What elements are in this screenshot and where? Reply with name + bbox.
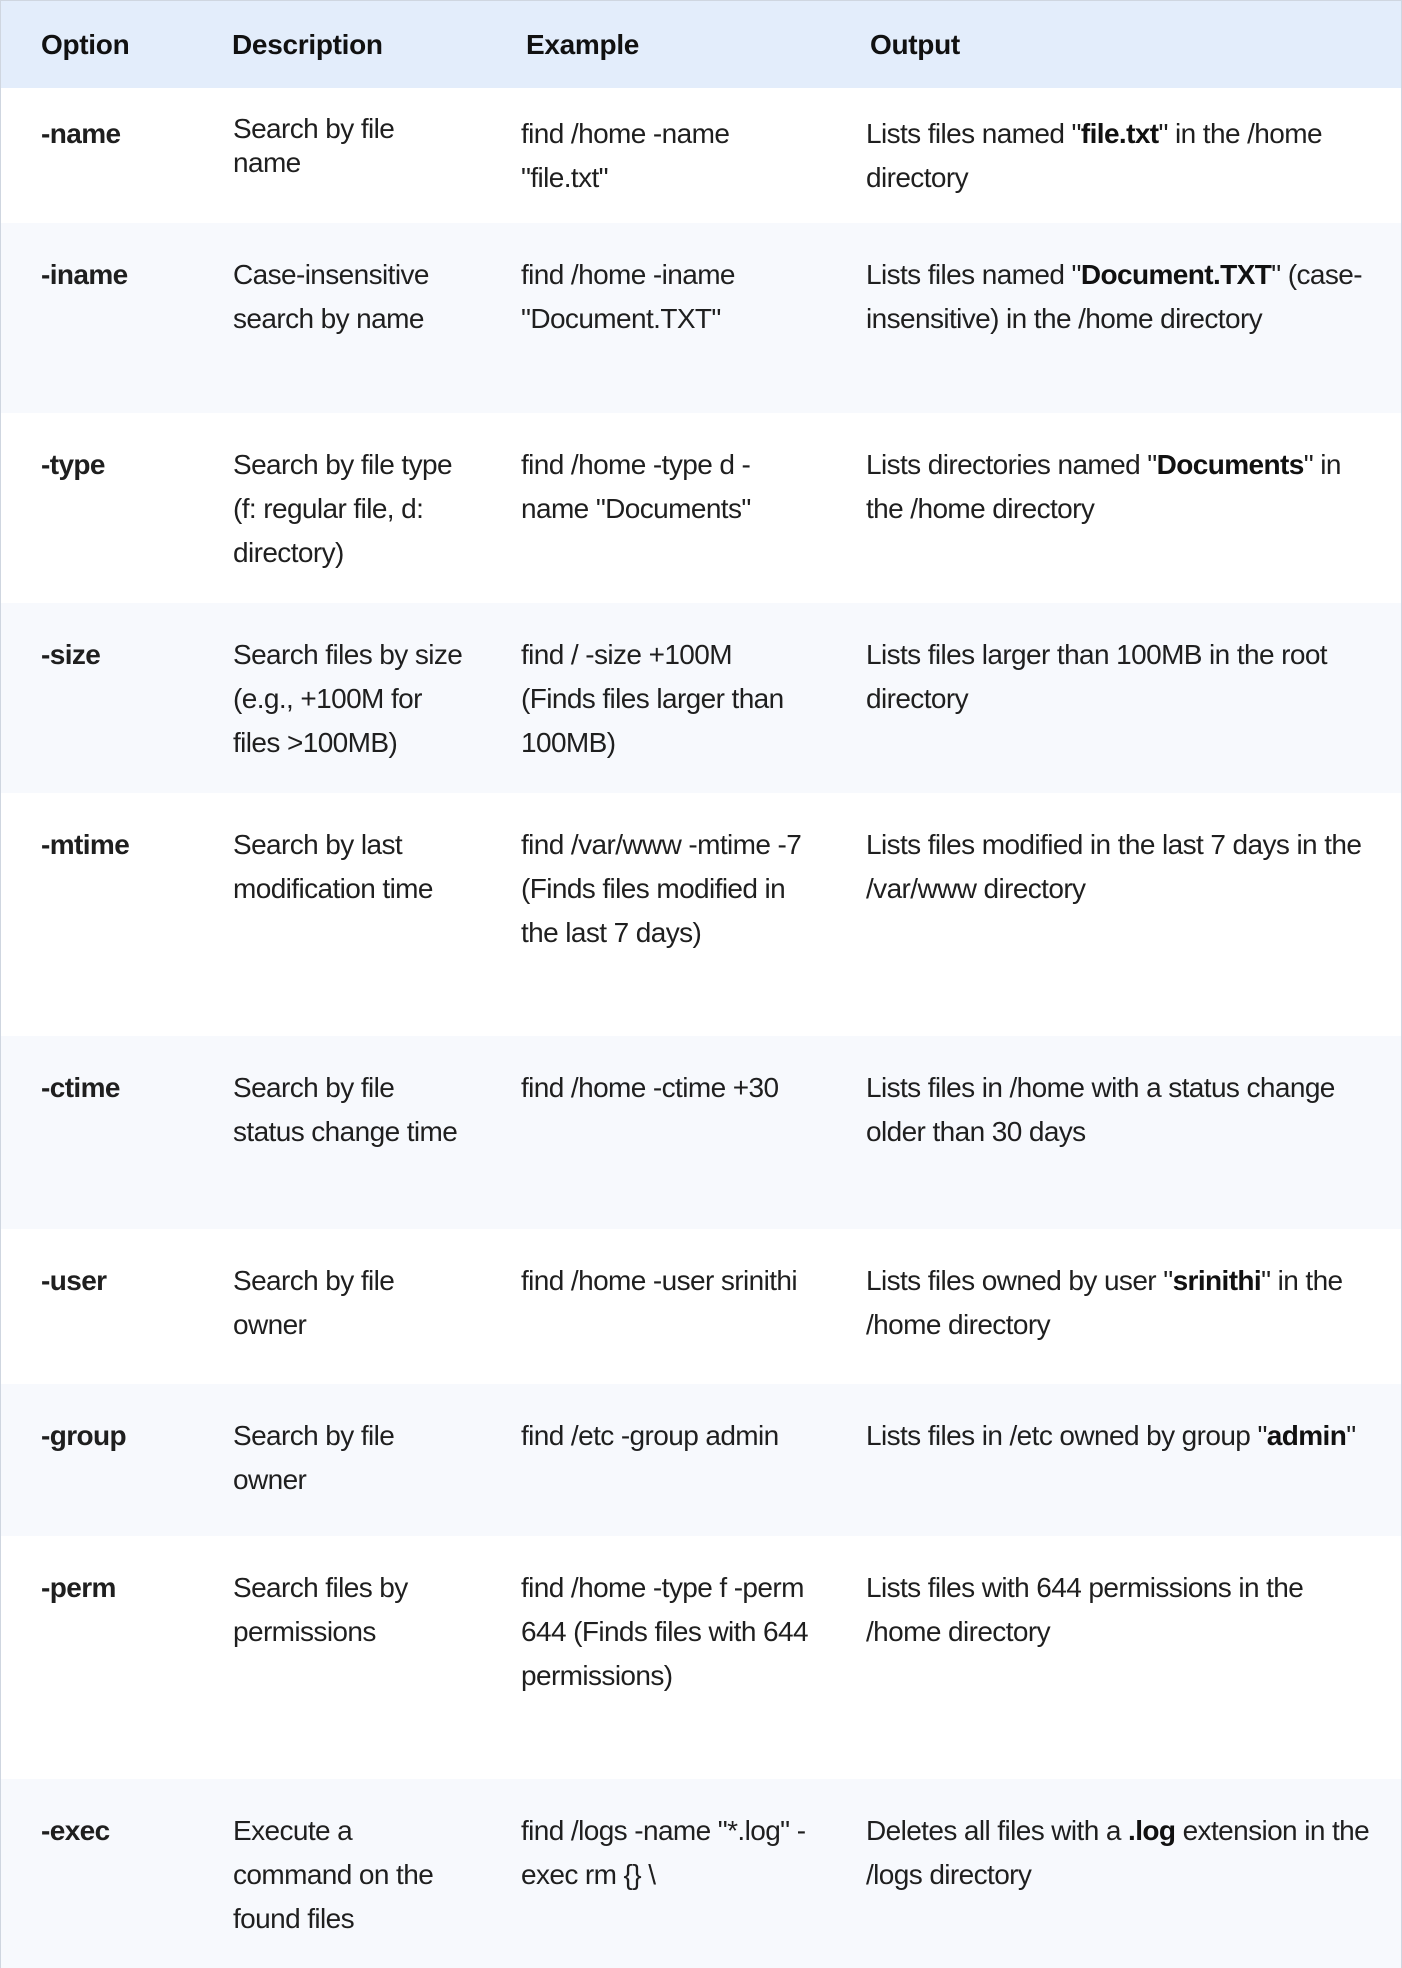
output-highlight: admin bbox=[1266, 1420, 1347, 1451]
output-text: Lists files with 644 permissions in the … bbox=[866, 1572, 1304, 1647]
output-cell: Lists files modified in the last 7 days … bbox=[830, 793, 1401, 1036]
output-highlight: srinithi bbox=[1172, 1265, 1262, 1296]
output-highlight: file.txt bbox=[1080, 118, 1159, 149]
column-header-option: Option bbox=[41, 28, 130, 60]
output-highlight: Documents bbox=[1156, 449, 1305, 480]
table-row: -ctime Search by file status change time… bbox=[1, 1036, 1401, 1229]
column-header-example: Example bbox=[526, 28, 640, 60]
output-cell: Deletes all files with a .log extension … bbox=[830, 1779, 1401, 1968]
description-cell: Search by last modification time bbox=[233, 829, 433, 904]
table-row: -name Search by file name find /home -na… bbox=[1, 88, 1401, 223]
output-cell: Lists files in /etc owned by group "admi… bbox=[830, 1384, 1401, 1536]
example-cell: find /home -iname "Document.TXT" bbox=[521, 259, 736, 334]
example-cell: find /home -type d -name "Documents" bbox=[521, 449, 751, 524]
find-options-table-container: Option Description Example Output -name … bbox=[0, 0, 1402, 1968]
output-text: " bbox=[1346, 1420, 1356, 1451]
option-cell: -user bbox=[41, 1265, 107, 1296]
option-cell: -ctime bbox=[41, 1072, 120, 1103]
table-row: -size Search files by size (e.g., +100M … bbox=[1, 603, 1401, 793]
output-highlight: Document.TXT bbox=[1080, 259, 1272, 290]
table-row: -user Search by file owner find /home -u… bbox=[1, 1229, 1401, 1384]
option-cell: -group bbox=[41, 1420, 127, 1451]
description-cell: Search by file type (f: regular file, d:… bbox=[233, 449, 453, 568]
example-cell: find / -size +100M (Finds files larger t… bbox=[521, 639, 784, 758]
description-cell: Search files by permissions bbox=[233, 1572, 408, 1647]
table-row: -exec Execute a command on the found fil… bbox=[1, 1779, 1401, 1968]
example-cell: find /logs -name "*.log" -exec rm {} \ bbox=[521, 1815, 806, 1890]
description-cell: Execute a command on the found files bbox=[233, 1815, 434, 1934]
find-options-table: Option Description Example Output -name … bbox=[1, 1, 1401, 1968]
table-row: -iname Case-insensitive search by name f… bbox=[1, 223, 1401, 413]
output-cell: Lists files with 644 permissions in the … bbox=[830, 1536, 1401, 1779]
option-cell: -iname bbox=[41, 259, 128, 290]
table-row: -type Search by file type (f: regular fi… bbox=[1, 413, 1401, 603]
output-text: Lists files modified in the last 7 days … bbox=[866, 829, 1362, 904]
table-body: -name Search by file name find /home -na… bbox=[1, 88, 1401, 1968]
output-text: Lists files larger than 100MB in the roo… bbox=[866, 639, 1328, 714]
output-text: Lists files in /home with a status chang… bbox=[866, 1072, 1335, 1147]
description-cell: Search by file status change time bbox=[233, 1072, 458, 1147]
output-text: Lists files named " bbox=[866, 259, 1081, 290]
example-cell: find /home -type f -perm 644 (Finds file… bbox=[521, 1572, 809, 1691]
table-row: -mtime Search by last modification time … bbox=[1, 793, 1401, 1036]
table-header: Option Description Example Output bbox=[1, 1, 1401, 88]
example-cell: find /home -user srinithi bbox=[521, 1265, 798, 1296]
column-header-output: Output bbox=[870, 28, 960, 60]
output-cell: Lists directories named "Documents" in t… bbox=[830, 413, 1401, 603]
output-text: Lists directories named " bbox=[866, 449, 1157, 480]
output-text: Deletes all files with a bbox=[866, 1815, 1129, 1846]
description-cell: Search by file owner bbox=[233, 1420, 395, 1495]
example-cell: find /home -ctime +30 bbox=[521, 1072, 779, 1103]
example-cell: find /etc -group admin bbox=[521, 1420, 779, 1451]
table-row: -group Search by file owner find /etc -g… bbox=[1, 1384, 1401, 1536]
option-cell: -mtime bbox=[41, 829, 130, 860]
output-text: Lists files named " bbox=[866, 118, 1081, 149]
output-text: Lists files owned by user " bbox=[866, 1265, 1173, 1296]
description-cell: Search files by size (e.g., +100M for fi… bbox=[233, 639, 463, 758]
output-cell: Lists files named "Document.TXT" (case-i… bbox=[830, 223, 1401, 413]
header-row: Option Description Example Output bbox=[1, 1, 1401, 88]
output-highlight: .log bbox=[1128, 1815, 1176, 1846]
example-cell: find /var/www -mtime -7 (Finds files mod… bbox=[521, 829, 802, 948]
description-cell: Case-insensitive search by name bbox=[233, 259, 429, 334]
option-cell: -exec bbox=[41, 1815, 110, 1846]
output-cell: Lists files owned by user "srinithi" in … bbox=[830, 1229, 1401, 1384]
option-cell: -perm bbox=[41, 1572, 116, 1603]
column-header-description: Description bbox=[232, 28, 383, 60]
option-cell: -name bbox=[41, 118, 121, 149]
output-cell: Lists files in /home with a status chang… bbox=[830, 1036, 1401, 1229]
example-cell: find /home -name "file.txt" bbox=[521, 118, 730, 193]
table-row: -perm Search files by permissions find /… bbox=[1, 1536, 1401, 1779]
option-cell: -size bbox=[41, 639, 101, 670]
option-cell: -type bbox=[41, 449, 106, 480]
output-text: Lists files in /etc owned by group " bbox=[866, 1420, 1267, 1451]
output-cell: Lists files named "file.txt" in the /hom… bbox=[830, 88, 1401, 223]
description-cell: Search by file owner bbox=[233, 1265, 395, 1340]
output-cell: Lists files larger than 100MB in the roo… bbox=[830, 603, 1401, 793]
description-cell: Search by file name bbox=[233, 113, 395, 178]
